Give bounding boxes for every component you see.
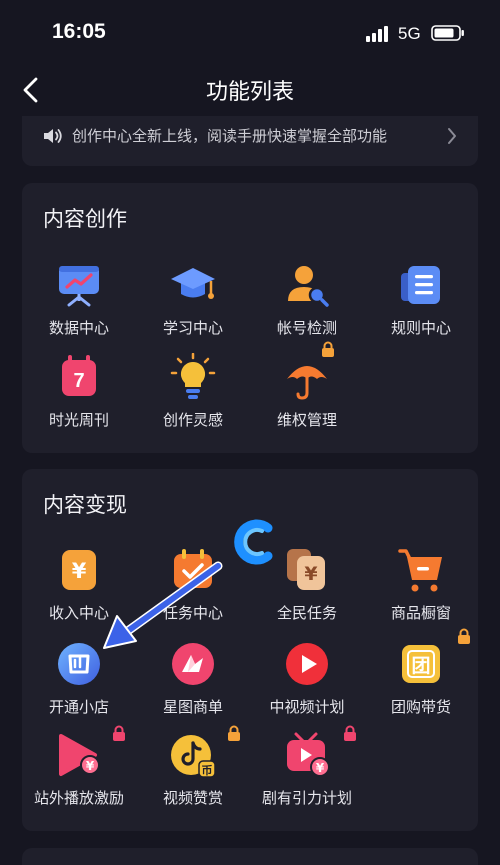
signal-icon [366, 26, 388, 42]
item-label: 收入中心 [48, 604, 109, 622]
item-income-center[interactable]: ¥ 收入中心 [22, 546, 136, 636]
content-monetization-card: 内容变现 ¥ 收入中心 任务中心 ¥ 全民任务 商品橱窗 开通小店 星图商单 中… [22, 469, 478, 831]
item-label: 中视频计划 [269, 698, 345, 716]
lock-icon [344, 725, 356, 741]
lightbulb-icon [170, 353, 216, 399]
item-mid-video-plan[interactable]: 中视频计划 [250, 640, 364, 730]
yuan-wallet-icon: ¥ [62, 550, 96, 590]
status-time: 16:05 [52, 20, 106, 43]
item-label: 创作灵感 [162, 411, 223, 429]
notice-text: 创作中心全新上线，阅读手册快速掌握全部功能 [72, 127, 388, 145]
calendar-7-icon: 7 [62, 355, 96, 396]
play-video-icon [286, 643, 328, 685]
item-label: 维权管理 [276, 411, 337, 429]
item-label: 时光周刊 [48, 411, 109, 429]
item-label: 视频赞赏 [162, 789, 223, 807]
item-account-check[interactable]: 帐号检测 [250, 261, 364, 351]
item-label: 剧有引力计划 [261, 789, 352, 807]
network-label: 5G [398, 24, 421, 43]
next-section-card [22, 848, 478, 865]
item-learning-center[interactable]: 学习中心 [136, 261, 250, 351]
calendar-badge-text: 7 [73, 370, 84, 392]
item-label: 星图商单 [162, 698, 223, 716]
item-label: 任务中心 [162, 604, 223, 622]
lock-icon [458, 628, 470, 644]
stacked-yuan-icon: ¥ [287, 549, 325, 590]
item-inspiration[interactable]: 创作灵感 [136, 353, 250, 443]
item-label: 帐号检测 [276, 319, 337, 337]
status-bar: 16:05 5G [0, 0, 500, 64]
item-label: 规则中心 [390, 319, 451, 337]
shop-icon [58, 643, 100, 685]
item-task-center[interactable]: 任务中心 [136, 546, 250, 636]
douyin-coin-icon: 币 [171, 735, 216, 778]
item-open-shop[interactable]: 开通小店 [22, 640, 136, 730]
item-public-tasks[interactable]: ¥ 全民任务 [250, 546, 364, 636]
chart-board-icon [59, 266, 99, 307]
item-rules-center[interactable]: 规则中心 [364, 261, 478, 351]
item-group-buy[interactable]: 团 团购带货 [364, 628, 478, 730]
star-map-icon [172, 643, 214, 685]
notice-banner[interactable]: 创作中心全新上线，阅读手册快速掌握全部功能 [22, 116, 478, 166]
content-creation-card: 内容创作 数据中心 学习中心 帐号检测 规则中心 7 时光周刊 创作灵感 维权管… [22, 183, 478, 453]
lock-icon [228, 725, 240, 741]
shopping-cart-icon [398, 549, 442, 592]
item-data-center[interactable]: 数据中心 [22, 261, 136, 351]
lock-icon [113, 725, 125, 741]
item-product-showcase[interactable]: 商品橱窗 [364, 546, 478, 636]
item-video-tips[interactable]: 币 视频赞赏 [136, 725, 250, 821]
nav-bar: 功能列表 [0, 64, 500, 116]
item-time-weekly[interactable]: 7 时光周刊 [22, 353, 136, 443]
chevron-right-icon [448, 128, 456, 144]
item-drama-gravity-plan[interactable]: ¥ 剧有引力计划 [250, 725, 364, 821]
item-label: 全民任务 [276, 604, 337, 622]
offsite-play-icon: ¥ [59, 734, 100, 776]
svg-text:¥: ¥ [316, 761, 325, 775]
battery-icon [431, 25, 464, 41]
group-buy-icon: 团 [402, 645, 440, 683]
item-label: 站外播放激励 [33, 789, 124, 807]
user-search-icon [288, 266, 329, 307]
item-star-map-orders[interactable]: 星图商单 [136, 640, 250, 730]
svg-text:币: 币 [202, 764, 213, 777]
section-title-content-monetization: 内容变现 [43, 493, 127, 517]
rules-book-icon [401, 266, 440, 304]
section-title-content-creation: 内容创作 [43, 207, 127, 231]
task-calendar-icon [174, 549, 212, 588]
item-label: 团购带货 [390, 698, 451, 716]
item-offsite-play-incentive[interactable]: ¥ 站外播放激励 [22, 725, 136, 821]
group-buy-badge-text: 团 [411, 655, 430, 677]
graduation-cap-icon [171, 268, 215, 299]
item-label: 商品橱窗 [390, 604, 451, 622]
speaker-icon [44, 129, 62, 143]
svg-text:¥: ¥ [86, 759, 95, 773]
lock-icon [322, 341, 334, 357]
item-label: 学习中心 [162, 319, 223, 337]
drama-play-icon: ¥ [287, 732, 330, 777]
item-label: 开通小店 [48, 698, 109, 716]
umbrella-icon [287, 366, 327, 400]
item-label: 数据中心 [48, 319, 109, 337]
page-title: 功能列表 [205, 80, 294, 105]
svg-text:¥: ¥ [304, 563, 317, 585]
svg-text:¥: ¥ [72, 559, 87, 583]
item-rights-management[interactable]: 维权管理 [250, 341, 364, 443]
